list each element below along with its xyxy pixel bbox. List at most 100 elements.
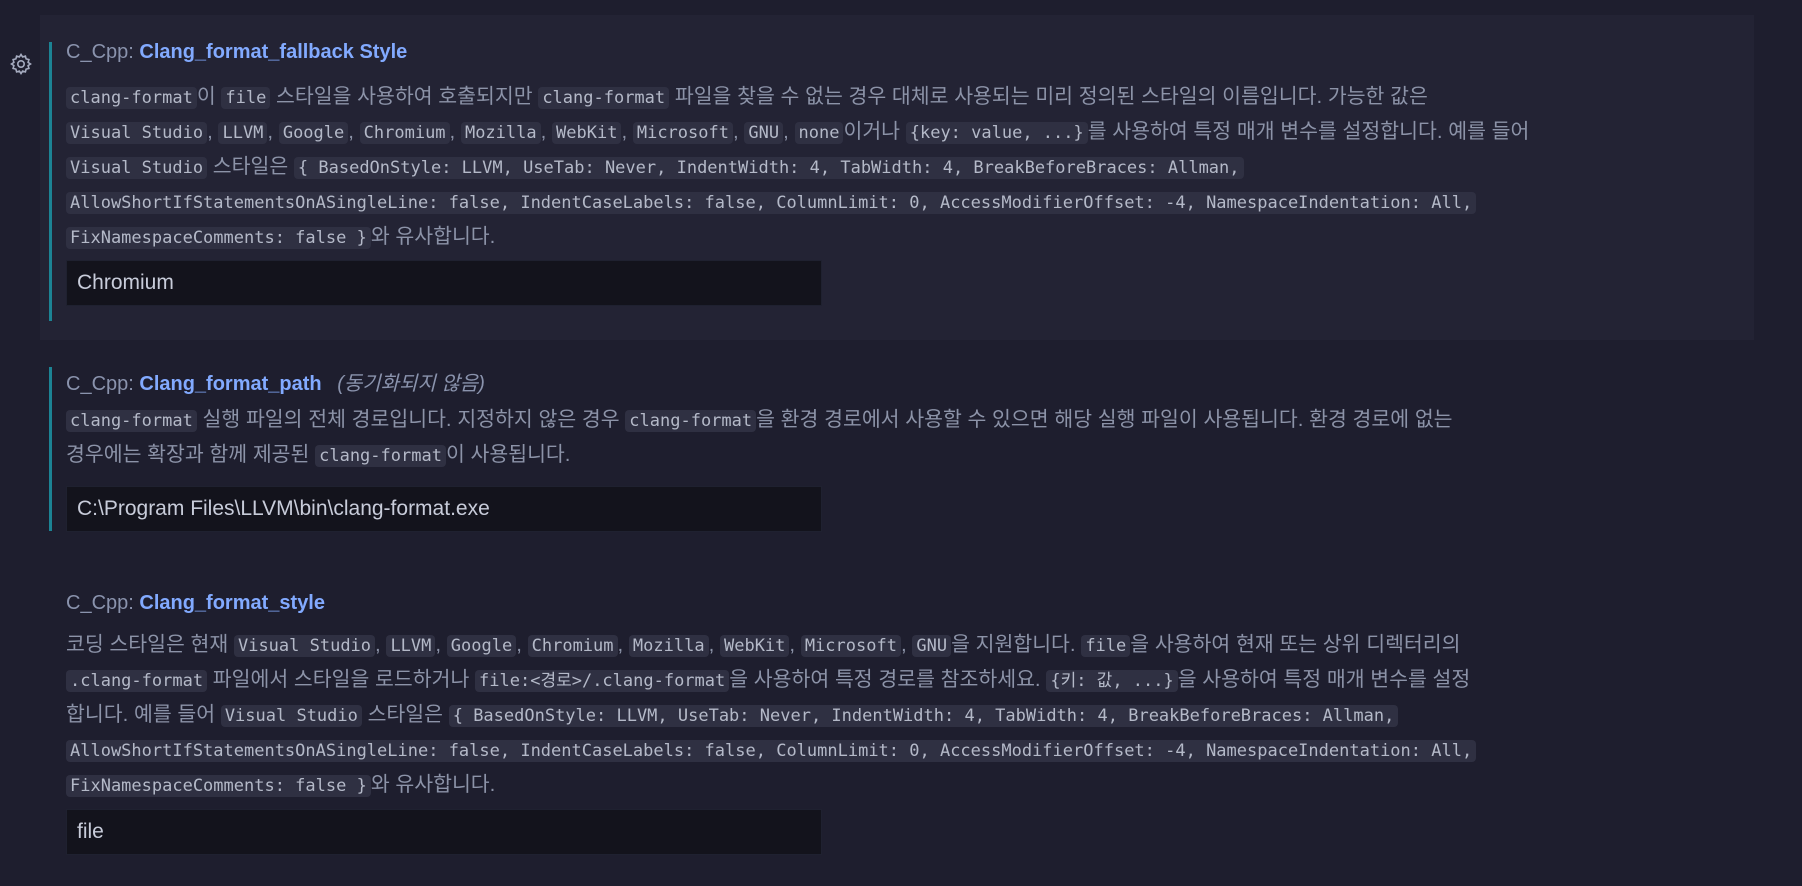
code-span: WebKit	[719, 635, 790, 657]
desc-line: clang-format 이 file 스타일을 사용하여 호출되지만 clang…	[66, 80, 1766, 115]
code-span: FixNamespaceComments: false }	[66, 775, 371, 797]
separator: ,	[789, 633, 801, 656]
desc-text: 스타일은	[207, 155, 294, 178]
separator: ,	[540, 120, 553, 143]
code-span: Visual Studio	[220, 705, 362, 727]
desc-text: 을 사용하여 특정 매개 변수를 설정	[1177, 668, 1471, 691]
code-span: { BasedOnStyle: LLVM, UseTab: Never, Ind…	[293, 157, 1244, 179]
setting-clang-format-style[interactable]: C_Cpp: Clang_format_style 코딩 스타일은 현재 Vis…	[40, 565, 1754, 865]
code-span: Chromium	[359, 122, 450, 144]
separator: ,	[708, 633, 720, 656]
separator: ,	[207, 120, 219, 143]
code-span: clang-format	[315, 445, 446, 467]
code-span: AllowShortIfStatementsOnASingleLine: fal…	[66, 740, 1477, 762]
code-span: LLVM	[386, 635, 436, 657]
desc-text: 와 유사합니다.	[370, 773, 496, 796]
code-span: WebKit	[552, 122, 622, 144]
desc-text: 실행 파일의 전체 경로입니다. 지정하지 않은 경우	[196, 408, 626, 431]
modified-indicator-bar	[49, 367, 52, 531]
code-span: Chromium	[527, 635, 618, 657]
desc-text: 을 사용하여 현재 또는 상위 디렉터리의	[1130, 633, 1461, 656]
desc-line: FixNamespaceComments: false } 와 유사합니다.	[66, 220, 1766, 255]
desc-line: AllowShortIfStatementsOnASingleLine: fal…	[66, 733, 1766, 768]
desc-text: 합니다. 예를 들어	[66, 703, 221, 726]
desc-line: Visual Studio 스타일은 { BasedOnStyle: LLVM,…	[66, 150, 1766, 185]
code-span: .clang-format	[66, 670, 208, 692]
desc-line: 합니다. 예를 들어 Visual Studio 스타일은 { BasedOnS…	[66, 698, 1766, 733]
gear-icon[interactable]	[8, 51, 34, 77]
setting-name: Clang_format_path	[139, 373, 322, 395]
desc-text: 이 사용됩니다.	[445, 443, 571, 466]
focus-indicator-bar	[49, 42, 52, 321]
desc-line: 경우에는 확장과 함께 제공된 clang-format 이 사용됩니다.	[66, 438, 1766, 473]
code-span: Microsoft	[632, 122, 733, 144]
code-span: FixNamespaceComments: false }	[66, 227, 371, 249]
code-span: clang-format	[538, 87, 670, 109]
separator: ,	[267, 120, 279, 143]
desc-line: 코딩 스타일은 현재 Visual Studio, LLVM, Google, …	[66, 628, 1766, 663]
code-span: { BasedOnStyle: LLVM, UseTab: Never, Ind…	[448, 705, 1399, 727]
setting-category: C_Cpp:	[66, 41, 134, 63]
code-span: Google	[446, 635, 517, 657]
code-span: file:<경로>/.clang-format	[475, 670, 730, 692]
setting-category: C_Cpp:	[66, 373, 134, 395]
clang-format-path-input[interactable]: C:\Program Files\LLVM\bin\clang-format.e…	[66, 486, 822, 532]
code-span: GNU	[744, 122, 784, 144]
desc-line: AllowShortIfStatementsOnASingleLine: fal…	[66, 185, 1766, 220]
setting-name: Clang_format_fallback Style	[139, 41, 408, 63]
desc-line: .clang-format 파일에서 스타일을 로드하거나 file:<경로>/…	[66, 663, 1766, 698]
fallback-style-input[interactable]: Chromium	[66, 260, 822, 306]
code-span: Visual Studio	[66, 157, 208, 179]
code-span: LLVM	[218, 122, 268, 144]
desc-line: Visual Studio, LLVM, Google, Chromium, M…	[66, 115, 1766, 150]
setting-description: 코딩 스타일은 현재 Visual Studio, LLVM, Google, …	[66, 628, 1766, 803]
setting-description: clang-format 이 file 스타일을 사용하여 호출되지만 clang…	[66, 80, 1766, 255]
separator: ,	[900, 633, 913, 656]
code-span: {키: 값, ...}	[1046, 670, 1178, 692]
code-span: Visual Studio	[233, 635, 376, 657]
setting-title: C_Cpp: Clang_format_fallback Style	[66, 41, 407, 64]
separator: ,	[783, 120, 795, 143]
separator: ,	[348, 120, 360, 143]
setting-description: clang-format 실행 파일의 전체 경로입니다. 지정하지 않은 경우…	[66, 403, 1766, 473]
code-span: {key: value, ...}	[905, 122, 1088, 144]
desc-text: 스타일을 사용하여 호출되지만	[270, 85, 539, 108]
desc-text: 을 사용하여 특정 경로를 참조하세요.	[729, 668, 1047, 691]
desc-text: 을 환경 경로에서 사용할 수 있으면 해당 실행 파일이 사용됩니다. 환경 …	[756, 408, 1453, 431]
desc-line: FixNamespaceComments: false } 와 유사합니다.	[66, 768, 1766, 803]
code-span: none	[794, 122, 844, 144]
clang-format-style-input[interactable]: file	[66, 809, 822, 855]
code-span: file	[221, 87, 271, 109]
setting-clang-format-fallback-style[interactable]: C_Cpp: Clang_format_fallback Style clang…	[10, 15, 1754, 340]
desc-text: 파일에서 스타일을 로드하거나	[207, 668, 476, 691]
settings-list: C_Cpp: Clang_format_fallback Style clang…	[0, 0, 1802, 886]
desc-text: 파일을 찾을 수 없는 경우 대체로 사용되는 미리 정의된 스타일의 이름입니…	[669, 85, 1428, 108]
desc-text: 스타일은	[361, 703, 449, 726]
separator: ,	[732, 120, 745, 143]
setting-title: C_Cpp: Clang_format_path (동기화되지 않음)	[66, 367, 485, 396]
code-span: clang-format	[66, 410, 197, 432]
code-span: Mozilla	[460, 122, 541, 144]
separator: ,	[449, 120, 461, 143]
code-span: clang-format	[625, 410, 757, 432]
separator: ,	[375, 633, 387, 656]
code-span: AllowShortIfStatementsOnASingleLine: fal…	[66, 192, 1477, 214]
setting-title: C_Cpp: Clang_format_style	[66, 592, 325, 615]
code-span: file	[1081, 635, 1131, 657]
code-span: clang-format	[66, 87, 197, 109]
desc-text: 이거나	[843, 120, 906, 143]
desc-line: clang-format 실행 파일의 전체 경로입니다. 지정하지 않은 경우…	[66, 403, 1766, 438]
sync-status-note: (동기화되지 않음)	[337, 373, 485, 395]
code-span: Google	[278, 122, 349, 144]
setting-clang-format-path[interactable]: C_Cpp: Clang_format_path (동기화되지 않음) clan…	[40, 340, 1754, 565]
separator: ,	[516, 633, 528, 656]
code-span: Visual Studio	[66, 122, 208, 144]
desc-text: 코딩 스타일은 현재	[66, 633, 234, 656]
code-span: Microsoft	[800, 635, 901, 657]
desc-text: 을 지원합니다.	[951, 633, 1082, 656]
desc-text: 이	[196, 85, 222, 108]
separator: ,	[617, 633, 629, 656]
separator: ,	[621, 120, 633, 143]
code-span: GNU	[912, 635, 952, 657]
code-span: Mozilla	[628, 635, 709, 657]
